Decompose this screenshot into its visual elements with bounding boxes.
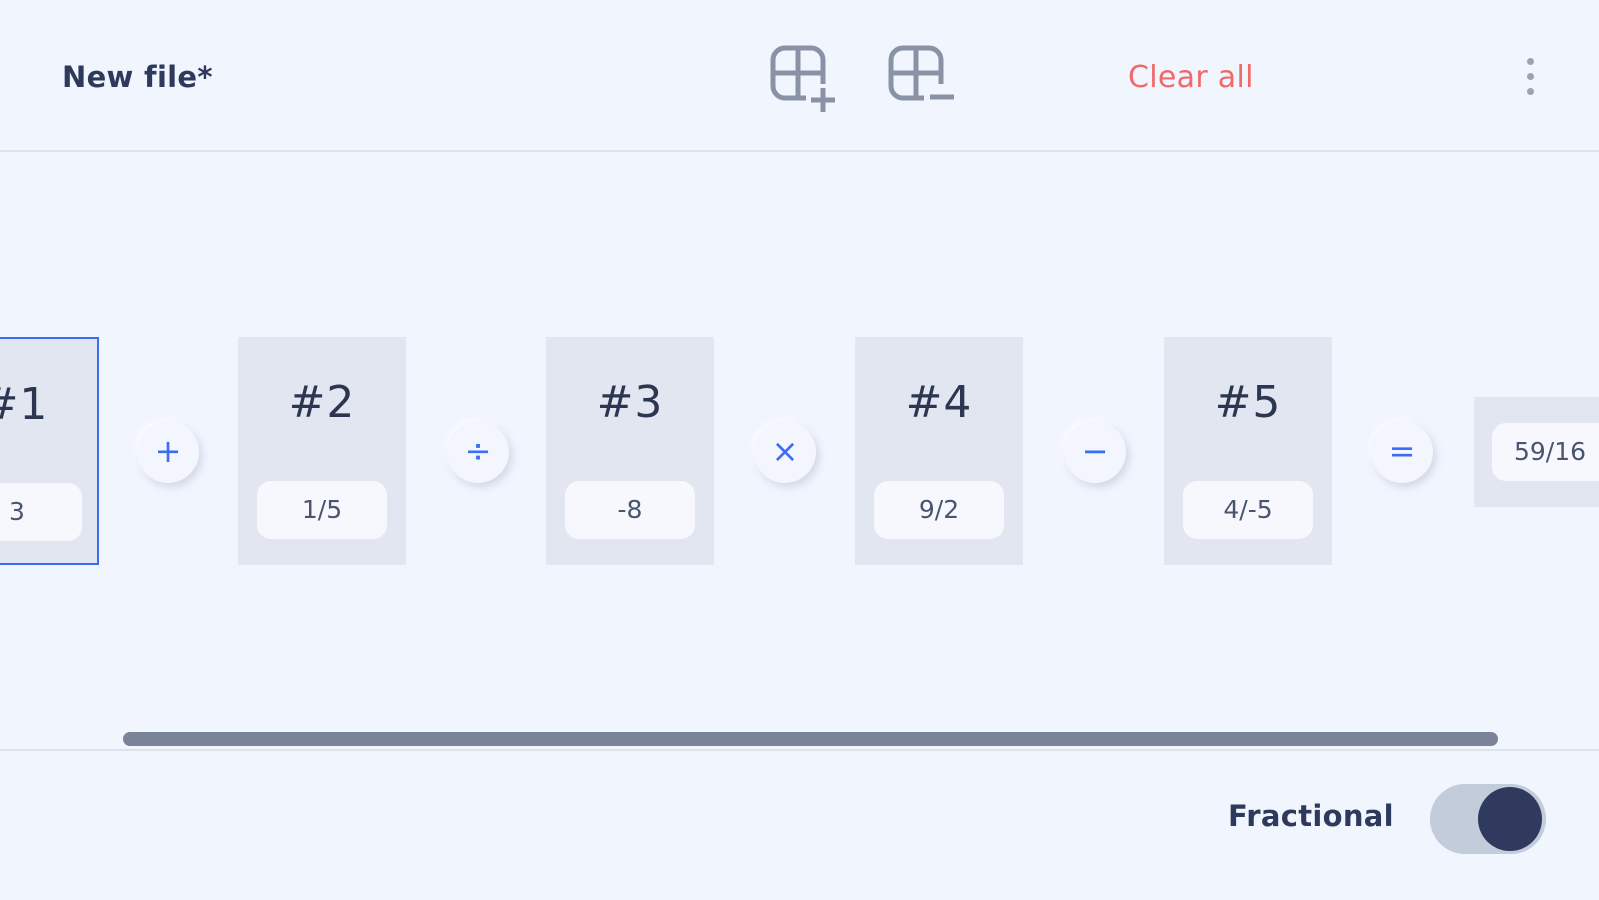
app-window: New file* Clear all 1 3 + #2 1/5 ÷ #3 -8… — [0, 0, 1599, 900]
operand-card-1[interactable]: #1 3 — [0, 337, 99, 565]
operand-value-input[interactable]: -8 — [565, 481, 695, 539]
operand-value-input[interactable]: 9/2 — [874, 481, 1004, 539]
operand-card-4[interactable]: #4 9/2 — [855, 337, 1023, 565]
table-remove-icon[interactable] — [888, 44, 960, 116]
multiply-icon[interactable]: × — [754, 421, 816, 483]
file-title: New file* — [62, 60, 213, 94]
result-value: 59/16 — [1492, 423, 1599, 481]
operand-label: #4 — [905, 377, 973, 428]
operand-value-input[interactable]: 1/5 — [257, 481, 387, 539]
table-add-icon[interactable] — [770, 44, 842, 116]
operand-value-input[interactable]: 4/-5 — [1183, 481, 1313, 539]
scrollbar-thumb[interactable] — [123, 732, 1498, 746]
header-bar: New file* Clear all — [0, 0, 1599, 152]
plus-icon[interactable]: + — [137, 421, 199, 483]
operand-label: #1 — [0, 379, 49, 430]
operand-label: #2 — [288, 377, 356, 428]
operand-card-3[interactable]: #3 -8 — [546, 337, 714, 565]
kebab-menu-icon[interactable] — [1520, 58, 1540, 106]
minus-icon[interactable]: − — [1064, 421, 1126, 483]
operand-card-2[interactable]: #2 1/5 — [238, 337, 406, 565]
equals-icon[interactable]: = — [1371, 421, 1433, 483]
horizontal-scrollbar[interactable] — [0, 732, 1599, 750]
operand-label: #5 — [1214, 377, 1282, 428]
fractional-toggle-label: Fractional — [1228, 799, 1394, 833]
footer-divider — [0, 749, 1599, 751]
clear-all-button[interactable]: Clear all — [1128, 60, 1254, 95]
operand-card-5[interactable]: #5 4/-5 — [1164, 337, 1332, 565]
toggle-knob — [1478, 787, 1542, 851]
operand-label: #3 — [596, 377, 664, 428]
divide-icon[interactable]: ÷ — [447, 421, 509, 483]
operand-value-input[interactable]: 3 — [0, 483, 82, 541]
result-panel: 59/16 — [1474, 397, 1599, 507]
fractional-toggle[interactable] — [1430, 784, 1546, 854]
